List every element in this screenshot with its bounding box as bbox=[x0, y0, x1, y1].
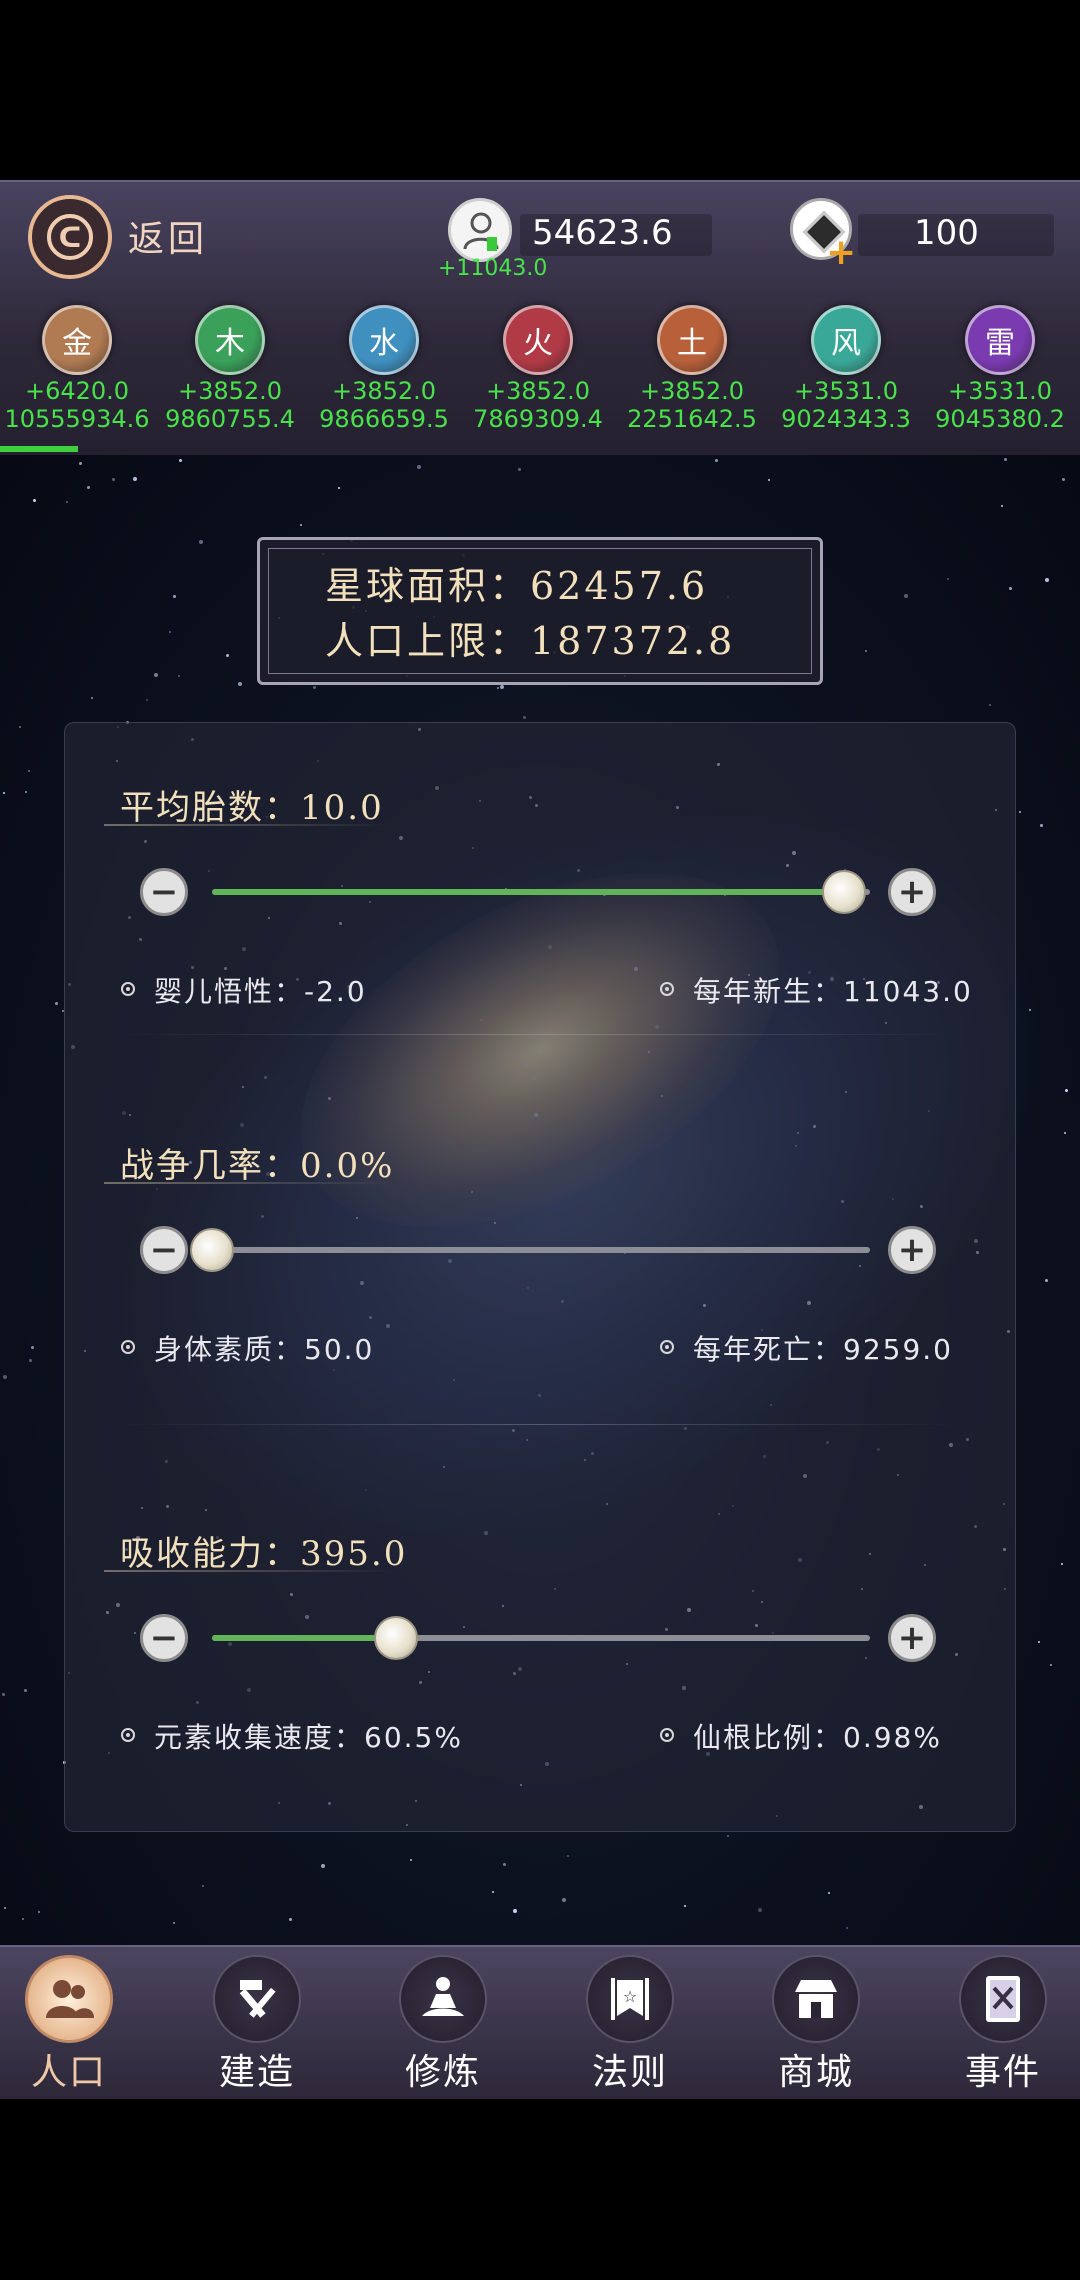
element-rate: +6420.0 bbox=[24, 377, 130, 405]
element-rate: +3852.0 bbox=[639, 377, 745, 405]
element-total: 9860755.4 bbox=[165, 405, 295, 433]
section-divider bbox=[118, 1424, 960, 1425]
element-orb-icon: 风 bbox=[811, 305, 881, 375]
nav-label: 人口 bbox=[30, 2052, 107, 2093]
title-underline bbox=[104, 1182, 394, 1184]
decrease-button[interactable]: − bbox=[140, 1614, 188, 1662]
element-orb-icon: 木 bbox=[195, 305, 265, 375]
shop-icon bbox=[772, 1955, 860, 2043]
element-total: 9045380.2 bbox=[935, 405, 1065, 433]
decrease-button[interactable]: − bbox=[140, 1226, 188, 1274]
element-total: 9866659.5 bbox=[319, 405, 449, 433]
gem-value: 100 bbox=[914, 213, 979, 253]
bullet-icon bbox=[660, 1728, 674, 1742]
element-orb-icon: 火 bbox=[503, 305, 573, 375]
meditation-icon bbox=[399, 1955, 487, 2043]
element-resource: 风 +3531.0 9024343.3 bbox=[771, 305, 921, 433]
nav-label: 事件 bbox=[964, 2052, 1041, 2093]
element-rate: +3531.0 bbox=[793, 377, 899, 405]
setting-title: 战争几率：0.0% bbox=[120, 1146, 395, 1186]
slider-knob[interactable] bbox=[822, 870, 866, 914]
slider-track[interactable] bbox=[190, 1228, 870, 1272]
element-rate: +3852.0 bbox=[485, 377, 591, 405]
increase-button[interactable]: + bbox=[888, 1614, 936, 1662]
population-icon bbox=[448, 198, 512, 262]
element-resource: 木 +3852.0 9860755.4 bbox=[155, 305, 305, 433]
nav-item[interactable]: ☆ 法则 bbox=[555, 1955, 705, 2095]
svg-text:☆: ☆ bbox=[623, 1987, 637, 2006]
bullet-icon bbox=[121, 1340, 135, 1354]
slider-fill bbox=[212, 889, 844, 895]
bullet-icon bbox=[121, 982, 135, 996]
stat-left: 婴儿悟性：-2.0 bbox=[154, 975, 367, 1008]
element-total: 10555934.6 bbox=[4, 405, 150, 433]
nav-item[interactable]: 建造 bbox=[182, 1955, 332, 2095]
population-value: 54623.6 bbox=[532, 213, 673, 253]
element-resource: 土 +3852.0 2251642.5 bbox=[617, 305, 767, 433]
back-icon: ᑕ bbox=[47, 214, 93, 260]
nav-item[interactable]: 事件 bbox=[928, 1955, 1078, 2095]
add-gem-icon[interactable]: + bbox=[826, 232, 856, 273]
nav-label: 修炼 bbox=[404, 2052, 481, 2093]
increase-button[interactable]: + bbox=[888, 1226, 936, 1274]
nav-label: 建造 bbox=[218, 2052, 295, 2093]
element-resource: 雷 +3531.0 9045380.2 bbox=[925, 305, 1075, 433]
nav-label: 商城 bbox=[777, 2052, 854, 2093]
stat-right: 每年新生：11043.0 bbox=[693, 975, 973, 1008]
book-icon bbox=[959, 1955, 1047, 2043]
people-icon bbox=[25, 1955, 113, 2043]
slider-track[interactable] bbox=[212, 870, 870, 914]
title-underline bbox=[104, 824, 394, 826]
stat-right: 每年死亡：9259.0 bbox=[693, 1333, 953, 1366]
nav-label: 法则 bbox=[591, 2052, 668, 2093]
nav-item[interactable]: 修炼 bbox=[368, 1955, 518, 2095]
section-divider bbox=[118, 1034, 960, 1035]
stat-right: 仙根比例：0.98% bbox=[693, 1721, 942, 1754]
back-label[interactable]: 返回 bbox=[128, 210, 208, 262]
nav-item[interactable]: 商城 bbox=[741, 1955, 891, 2095]
element-total: 7869309.4 bbox=[473, 405, 603, 433]
slider-knob[interactable] bbox=[190, 1228, 234, 1272]
title-underline bbox=[104, 1570, 394, 1572]
element-resource: 水 +3852.0 9866659.5 bbox=[309, 305, 459, 433]
element-rate: +3852.0 bbox=[331, 377, 437, 405]
bullet-icon bbox=[660, 1340, 674, 1354]
element-resource: 火 +3852.0 7869309.4 bbox=[463, 305, 613, 433]
resource-tab-indicator bbox=[0, 446, 78, 452]
bullet-icon bbox=[660, 982, 674, 996]
stat-left: 身体素质：50.0 bbox=[154, 1333, 375, 1366]
setting-title: 平均胎数：10.0 bbox=[120, 788, 384, 828]
slider-knob[interactable] bbox=[374, 1616, 418, 1660]
element-orb-icon: 雷 bbox=[965, 305, 1035, 375]
banner-icon: ☆ bbox=[586, 1955, 674, 2043]
element-rate: +3852.0 bbox=[177, 377, 283, 405]
element-total: 9024343.3 bbox=[781, 405, 911, 433]
slider-track[interactable] bbox=[212, 1616, 870, 1660]
back-button[interactable]: ᑕ bbox=[28, 195, 112, 279]
stat-left: 元素收集速度：60.5% bbox=[154, 1721, 463, 1754]
decrease-button[interactable]: − bbox=[140, 868, 188, 916]
element-total: 2251642.5 bbox=[627, 405, 757, 433]
element-orb-icon: 土 bbox=[657, 305, 727, 375]
population-limit: 人口上限：187372.8 bbox=[325, 619, 736, 663]
nav-item[interactable]: 人口 bbox=[0, 1955, 144, 2095]
element-orb-icon: 水 bbox=[349, 305, 419, 375]
element-orb-icon: 金 bbox=[42, 305, 112, 375]
element-resource: 金 +6420.0 10555934.6 bbox=[2, 305, 152, 433]
increase-button[interactable]: + bbox=[888, 868, 936, 916]
planet-area: 星球面积：62457.6 bbox=[325, 564, 709, 608]
population-delta: +11043.0 bbox=[438, 256, 548, 281]
tools-icon bbox=[213, 1955, 301, 2043]
bullet-icon bbox=[121, 1728, 135, 1742]
element-rate: +3531.0 bbox=[947, 377, 1053, 405]
slider-fill bbox=[212, 1635, 396, 1641]
bottom-nav bbox=[0, 1945, 1080, 2099]
setting-title: 吸收能力：395.0 bbox=[120, 1534, 408, 1574]
